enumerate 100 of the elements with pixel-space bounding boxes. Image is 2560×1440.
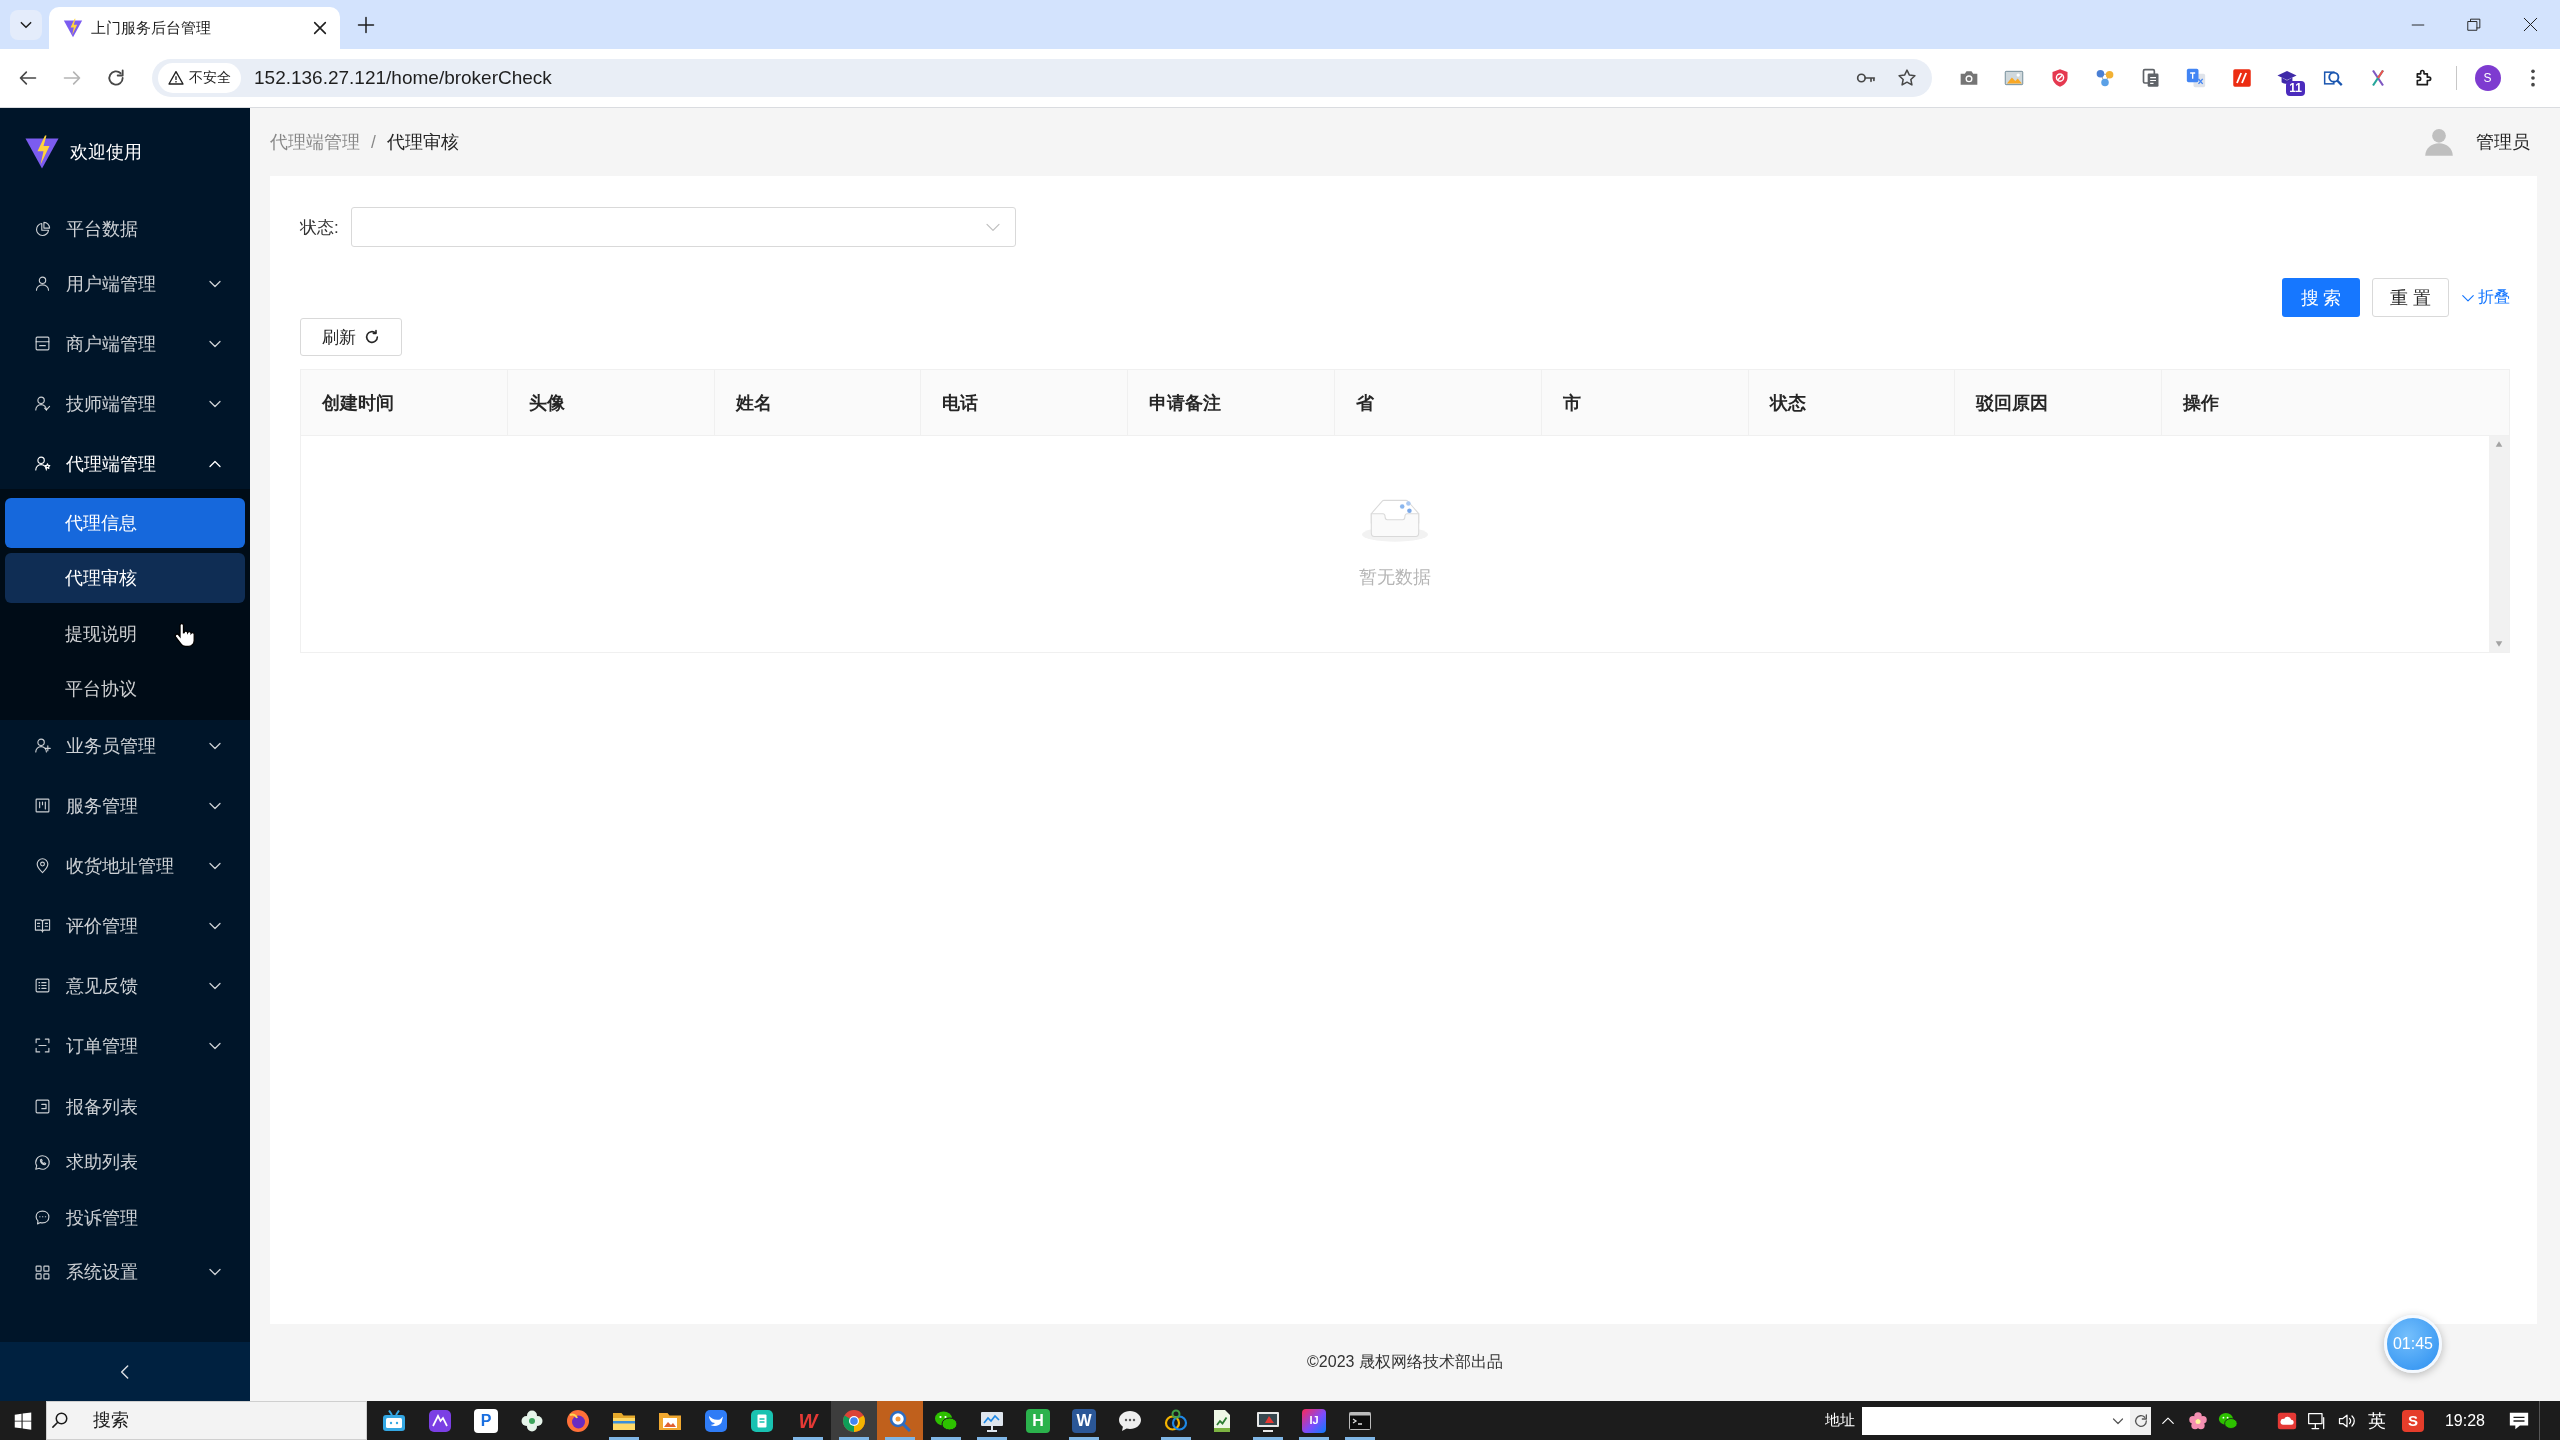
refresh-icon bbox=[364, 329, 380, 345]
submenu-title[interactable]: 系统设置 bbox=[5, 1247, 245, 1297]
browser-tab[interactable]: 上门服务后台管理 bbox=[49, 7, 340, 49]
phone-icon bbox=[34, 1153, 51, 1171]
magnifier-icon bbox=[888, 1408, 912, 1433]
submenu-title[interactable]: 收货地址管理 bbox=[5, 840, 245, 891]
translate-icon[interactable] bbox=[2186, 68, 2207, 88]
slash-tile-icon[interactable] bbox=[2231, 68, 2252, 88]
flower-icon[interactable] bbox=[2188, 1410, 2208, 1431]
reload-icon[interactable] bbox=[106, 68, 126, 88]
collapse-link[interactable]: 折叠 bbox=[2461, 287, 2510, 308]
app-title: 欢迎使用 bbox=[70, 141, 142, 164]
store-icon bbox=[34, 335, 51, 352]
user-name[interactable]: 管理员 bbox=[2476, 130, 2530, 154]
column-header: 创建时间 bbox=[301, 370, 508, 435]
back-arrow-icon[interactable] bbox=[18, 68, 38, 88]
user-check-icon bbox=[34, 395, 51, 412]
submenu-item[interactable]: 代理信息 bbox=[5, 497, 245, 548]
menu-item[interactable]: 投诉管理 bbox=[5, 1192, 245, 1243]
ring-logo-icon bbox=[842, 1408, 866, 1433]
address-label: 地址 bbox=[1825, 1411, 1855, 1430]
profile-avatar[interactable]: S bbox=[2474, 65, 2501, 91]
taskbar-app-button[interactable]: P bbox=[463, 1401, 509, 1440]
windows-logo-icon[interactable] bbox=[14, 1411, 32, 1430]
taskbar-search-field[interactable]: 搜索 bbox=[46, 1401, 367, 1440]
submenu-title[interactable]: 评价管理 bbox=[5, 900, 245, 951]
column-header: 操作 bbox=[2182, 391, 2221, 415]
rings-icon bbox=[1164, 1408, 1188, 1433]
column-header: 申请备注 bbox=[1128, 370, 1335, 435]
document-tile-icon bbox=[750, 1408, 774, 1433]
reset-button[interactable]: 重 置 bbox=[2372, 278, 2449, 317]
plus-icon[interactable] bbox=[357, 15, 375, 34]
address-input[interactable] bbox=[1862, 1406, 2130, 1435]
scan-icon bbox=[34, 1037, 51, 1054]
clock-time[interactable]: 19:28 bbox=[2435, 1411, 2495, 1430]
submenu-title[interactable]: 订单管理 bbox=[5, 1020, 245, 1071]
security-chip[interactable]: 不安全 bbox=[158, 63, 241, 93]
submenu-item[interactable]: 平台协议 bbox=[5, 664, 245, 714]
pie-chart-icon bbox=[34, 220, 51, 238]
document-icon bbox=[34, 1098, 51, 1115]
close-icon[interactable] bbox=[312, 20, 328, 36]
star-icon[interactable] bbox=[1897, 68, 1917, 88]
empty-text: 暂无数据 bbox=[1359, 566, 1431, 589]
speech-bubble-icon bbox=[1118, 1408, 1142, 1433]
input-method-button[interactable]: S bbox=[2402, 1409, 2424, 1432]
breadcrumb-separator: / bbox=[371, 131, 376, 153]
grid-icon bbox=[34, 1263, 51, 1281]
column-header: 电话 bbox=[921, 370, 1129, 435]
camera-icon[interactable] bbox=[1958, 68, 1979, 88]
scrollbar[interactable] bbox=[2489, 436, 2509, 652]
chat-icon bbox=[34, 1209, 51, 1226]
input-mode-indicator[interactable]: 英 bbox=[2362, 1401, 2392, 1440]
triangle-logo-icon bbox=[24, 134, 60, 170]
submenu-title[interactable]: 用户端管理 bbox=[5, 258, 245, 309]
taskbar-app-button[interactable]: W bbox=[785, 1401, 831, 1440]
location-pin-icon bbox=[34, 857, 51, 874]
cloud-icon[interactable] bbox=[2277, 1410, 2297, 1431]
menu-item[interactable]: 求助列表 bbox=[5, 1137, 245, 1187]
menu-item[interactable]: 报备列表 bbox=[5, 1081, 245, 1132]
magnifier-icon[interactable] bbox=[2322, 68, 2343, 88]
submenu-item[interactable]: 代理审核 bbox=[5, 553, 245, 603]
user-icon bbox=[34, 275, 51, 292]
mountain-tile-icon bbox=[428, 1408, 452, 1433]
taskbar-app-button[interactable]: IJ bbox=[1291, 1401, 1337, 1440]
breadcrumb-item: 代理审核 bbox=[386, 131, 459, 154]
empty-inbox-icon bbox=[1362, 499, 1428, 543]
chevron-down-icon bbox=[209, 1266, 221, 1278]
submenu-title[interactable]: 技师端管理 bbox=[5, 378, 245, 429]
close-icon[interactable] bbox=[2522, 17, 2538, 32]
submenu-title[interactable]: 服务管理 bbox=[5, 780, 245, 831]
restore-icon[interactable] bbox=[2467, 17, 2481, 32]
kanban-icon bbox=[34, 797, 51, 814]
warning-icon bbox=[168, 70, 184, 86]
copyright-text: ©2023 晟权网络技术部出品 bbox=[1307, 1352, 1503, 1372]
book-icon bbox=[34, 917, 51, 934]
nodes-icon[interactable] bbox=[2095, 68, 2116, 88]
triangle-logo-icon bbox=[63, 18, 83, 38]
submenu-title[interactable]: 商户端管理 bbox=[5, 318, 245, 369]
submenu-title[interactable]: 意见反馈 bbox=[5, 960, 245, 1011]
submenu-title[interactable]: 代理端管理 bbox=[5, 438, 245, 489]
chat-bubbles-icon[interactable] bbox=[2218, 1410, 2238, 1431]
address-refresh-button[interactable] bbox=[2130, 1406, 2151, 1435]
taskbar-app-button[interactable]: W bbox=[1061, 1401, 1107, 1440]
submenu-title[interactable]: 业务员管理 bbox=[5, 720, 245, 771]
taskbar-app-button[interactable] bbox=[831, 1401, 877, 1440]
clover-icon bbox=[520, 1408, 544, 1433]
picture-icon[interactable] bbox=[2004, 68, 2025, 88]
refresh-button[interactable]: 刷新 bbox=[300, 318, 402, 356]
search-button[interactable]: 搜 索 bbox=[2282, 278, 2360, 317]
triangle-down-icon bbox=[2495, 640, 2503, 648]
address-bar[interactable]: 不安全 152.136.27.121/home/brokerCheck bbox=[152, 59, 1932, 97]
column-header: 姓名 bbox=[714, 370, 922, 435]
menu-item[interactable]: 平台数据 bbox=[5, 204, 245, 254]
network-icon[interactable] bbox=[2307, 1410, 2327, 1431]
submenu-item[interactable]: 提现说明 bbox=[5, 608, 245, 659]
column-header: 市 bbox=[1541, 370, 1749, 435]
avatar-icon bbox=[2424, 127, 2454, 157]
copy-icon[interactable] bbox=[2140, 68, 2161, 88]
bird-tile-icon bbox=[704, 1408, 728, 1433]
column-header: 驳回原因 bbox=[1955, 370, 2163, 435]
